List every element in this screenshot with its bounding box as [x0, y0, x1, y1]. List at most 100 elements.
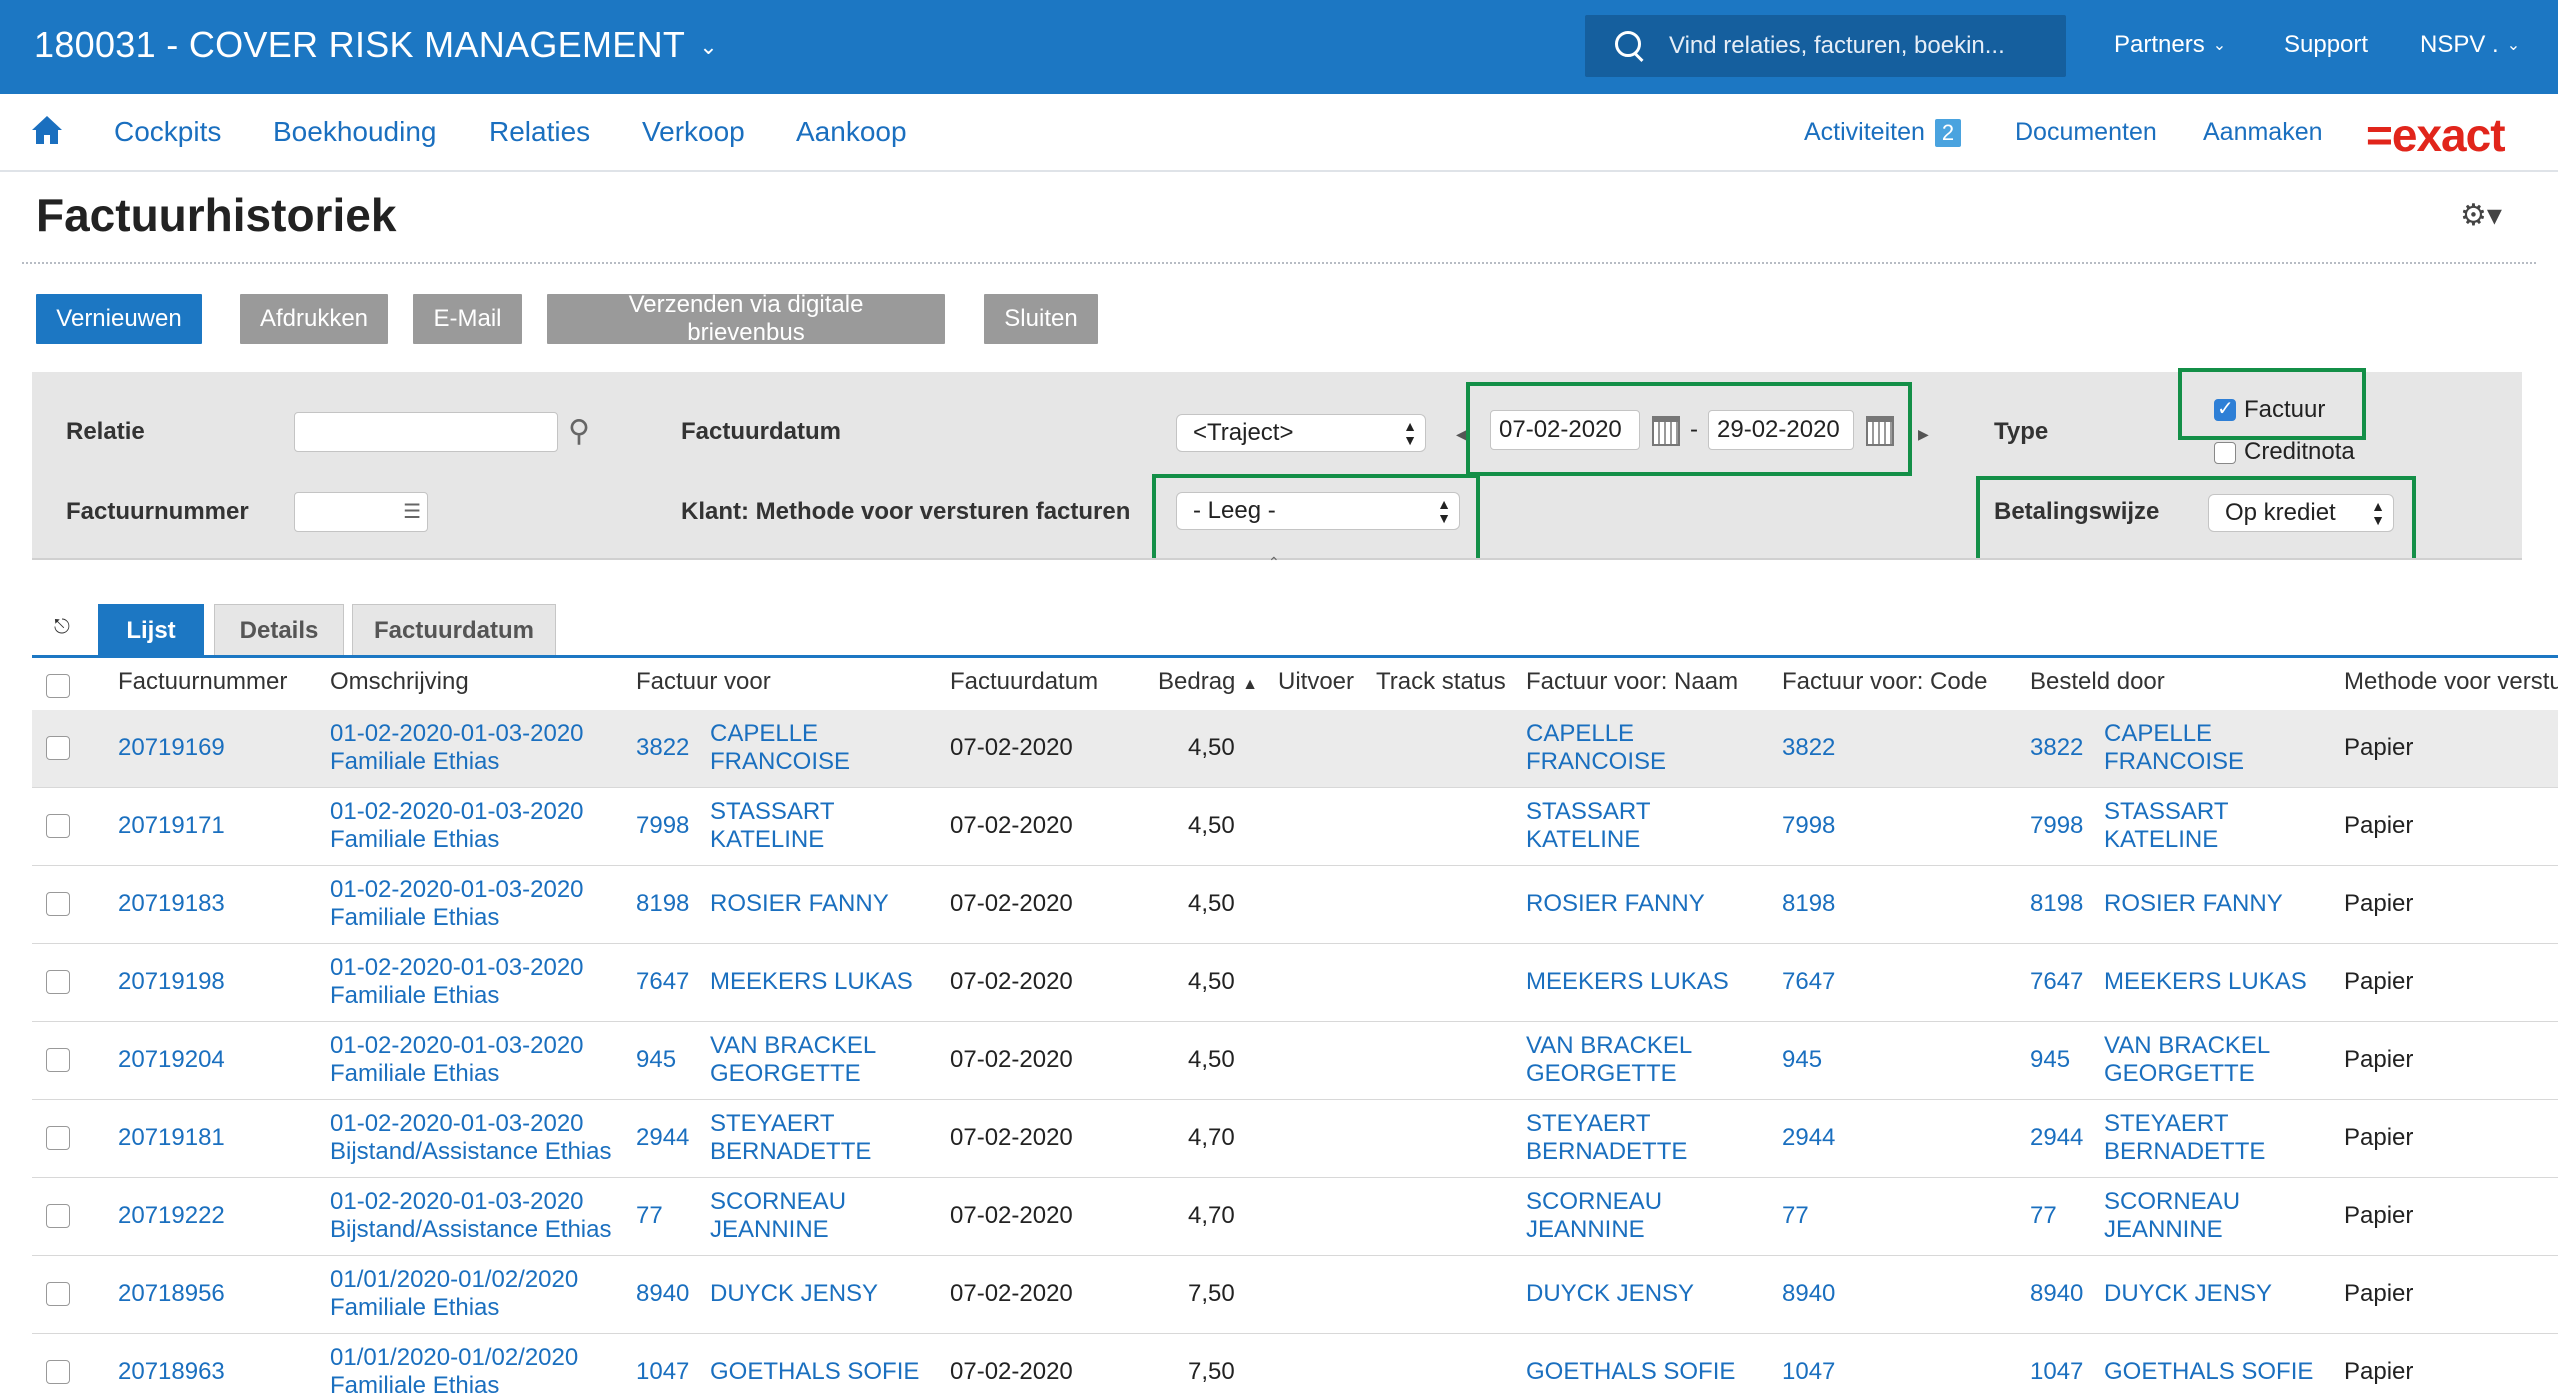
relatie-input[interactable]: [294, 412, 558, 452]
description-link[interactable]: 01-02-2020-01-03-2020 Bijstand/Assistance…: [330, 1188, 611, 1244]
factuurnummer-input[interactable]: ☰: [294, 492, 428, 532]
customer-name-link[interactable]: VAN BRACKEL GEORGETTE: [1526, 1032, 1692, 1088]
customer-code-link[interactable]: 77: [1782, 1202, 1809, 1230]
customer-code-link[interactable]: 7647: [1782, 968, 1835, 996]
ordered-by-code-link[interactable]: 945: [2030, 1046, 2070, 1074]
traject-select[interactable]: <Traject> ▲ ▼: [1176, 414, 1426, 452]
invoice-for-name-link[interactable]: MEEKERS LUKAS: [710, 968, 913, 996]
tab-lijst[interactable]: Lijst: [98, 604, 204, 656]
support-link[interactable]: Support: [2284, 31, 2368, 59]
menu-aankoop[interactable]: Aankoop: [796, 116, 907, 148]
customer-name-link[interactable]: SCORNEAU JEANNINE: [1526, 1188, 1662, 1244]
menu-relaties[interactable]: Relaties: [489, 116, 590, 148]
ordered-by-name-link[interactable]: ROSIER FANNY: [2104, 890, 2283, 918]
customer-code-link[interactable]: 8940: [1782, 1280, 1835, 1308]
invoice-for-code-link[interactable]: 8198: [636, 890, 689, 918]
description-link[interactable]: 01-02-2020-01-03-2020 Familiale Ethias: [330, 1032, 584, 1088]
col-factuurdatum[interactable]: Factuurdatum: [950, 668, 1098, 696]
ordered-by-code-link[interactable]: 77: [2030, 1202, 2057, 1230]
invoice-for-code-link[interactable]: 3822: [636, 734, 689, 762]
invoice-number-link[interactable]: 20718963: [118, 1358, 225, 1386]
ordered-by-name-link[interactable]: MEEKERS LUKAS: [2104, 968, 2307, 996]
table-row[interactable]: 20719171 01-02-2020-01-03-2020 Familiale …: [32, 788, 2558, 866]
customer-code-link[interactable]: 3822: [1782, 734, 1835, 762]
global-search[interactable]: Vind relaties, facturen, boekin...: [1585, 15, 2066, 77]
invoice-for-code-link[interactable]: 1047: [636, 1358, 689, 1386]
filter-collapse-bar[interactable]: ⌃: [32, 554, 2522, 572]
col-methode[interactable]: Methode voor verstu: [2344, 668, 2558, 696]
table-row[interactable]: 20719198 01-02-2020-01-03-2020 Familiale …: [32, 944, 2558, 1022]
ordered-by-name-link[interactable]: STASSART KATELINE: [2104, 798, 2228, 854]
creditnota-checkbox[interactable]: [2214, 442, 2236, 464]
methode-select[interactable]: - Leeg - ▲ ▼: [1176, 492, 1460, 530]
ordered-by-code-link[interactable]: 7998: [2030, 812, 2083, 840]
description-link[interactable]: 01-02-2020-01-03-2020 Familiale Ethias: [330, 720, 584, 776]
ordered-by-name-link[interactable]: SCORNEAU JEANNINE: [2104, 1188, 2240, 1244]
row-checkbox[interactable]: [46, 892, 70, 916]
invoice-for-name-link[interactable]: DUYCK JENSY: [710, 1280, 878, 1308]
customer-name-link[interactable]: ROSIER FANNY: [1526, 890, 1705, 918]
calendar-icon[interactable]: [1652, 416, 1680, 446]
col-factuur-voor-code[interactable]: Factuur voor: Code: [1782, 668, 1987, 696]
ordered-by-code-link[interactable]: 1047: [2030, 1358, 2083, 1386]
select-all-checkbox[interactable]: [46, 674, 70, 698]
create-link[interactable]: Aanmaken: [2203, 118, 2323, 147]
invoice-number-link[interactable]: 20719171: [118, 812, 225, 840]
description-link[interactable]: 01-02-2020-01-03-2020 Bijstand/Assistance…: [330, 1110, 611, 1166]
documents-link[interactable]: Documenten: [2015, 118, 2157, 147]
customer-name-link[interactable]: STASSART KATELINE: [1526, 798, 1650, 854]
customer-name-link[interactable]: MEEKERS LUKAS: [1526, 968, 1729, 996]
digital-mailbox-button[interactable]: Verzenden via digitale brievenbus: [547, 291, 945, 346]
ordered-by-name-link[interactable]: DUYCK JENSY: [2104, 1280, 2272, 1308]
user-menu[interactable]: NSPV . ⌄: [2420, 31, 2520, 59]
col-factuurnummer[interactable]: Factuurnummer: [118, 668, 287, 696]
ordered-by-code-link[interactable]: 7647: [2030, 968, 2083, 996]
row-checkbox[interactable]: [46, 1360, 70, 1384]
invoice-number-link[interactable]: 20719183: [118, 890, 225, 918]
tab-factuurdatum[interactable]: Factuurdatum: [352, 604, 556, 656]
description-link[interactable]: 01/01/2020-01/02/2020 Familiale Ethias: [330, 1344, 578, 1400]
col-omschrijving[interactable]: Omschrijving: [330, 668, 469, 696]
menu-cockpits[interactable]: Cockpits: [114, 116, 221, 148]
invoice-for-name-link[interactable]: STASSART KATELINE: [710, 798, 834, 854]
table-row[interactable]: 20719181 01-02-2020-01-03-2020 Bijstand/A…: [32, 1100, 2558, 1178]
col-factuur-voor[interactable]: Factuur voor: [636, 668, 771, 696]
row-checkbox[interactable]: [46, 814, 70, 838]
tab-details[interactable]: Details: [214, 604, 344, 656]
next-period-icon[interactable]: ▶: [1918, 426, 1929, 443]
customer-name-link[interactable]: GOETHALS SOFIE: [1526, 1358, 1735, 1386]
betalingswijze-select[interactable]: Op krediet ▲ ▼: [2208, 494, 2394, 532]
col-uitvoer[interactable]: Uitvoer: [1278, 668, 1354, 696]
table-row[interactable]: 20719169 01-02-2020-01-03-2020 Familiale …: [32, 710, 2558, 788]
invoice-for-name-link[interactable]: GOETHALS SOFIE: [710, 1358, 919, 1386]
date-to-input[interactable]: 29-02-2020: [1708, 410, 1854, 450]
customer-code-link[interactable]: 1047: [1782, 1358, 1835, 1386]
invoice-for-name-link[interactable]: ROSIER FANNY: [710, 890, 889, 918]
menu-verkoop[interactable]: Verkoop: [642, 116, 745, 148]
customer-name-link[interactable]: DUYCK JENSY: [1526, 1280, 1694, 1308]
activities-link[interactable]: Activiteiten 2: [1804, 118, 1962, 147]
customer-code-link[interactable]: 945: [1782, 1046, 1822, 1074]
ordered-by-name-link[interactable]: GOETHALS SOFIE: [2104, 1358, 2313, 1386]
table-row[interactable]: 20719222 01-02-2020-01-03-2020 Bijstand/A…: [32, 1178, 2558, 1256]
table-row[interactable]: 20718963 01/01/2020-01/02/2020 Familiale …: [32, 1334, 2558, 1399]
invoice-number-link[interactable]: 20719204: [118, 1046, 225, 1074]
table-row[interactable]: 20719183 01-02-2020-01-03-2020 Familiale …: [32, 866, 2558, 944]
customer-name-link[interactable]: STEYAERT BERNADETTE: [1526, 1110, 1687, 1166]
invoice-for-code-link[interactable]: 7998: [636, 812, 689, 840]
calendar-icon[interactable]: [1866, 416, 1894, 446]
row-checkbox[interactable]: [46, 1282, 70, 1306]
invoice-number-link[interactable]: 20719198: [118, 968, 225, 996]
row-checkbox[interactable]: [46, 1048, 70, 1072]
invoice-for-name-link[interactable]: STEYAERT BERNADETTE: [710, 1110, 871, 1166]
invoice-for-name-link[interactable]: CAPELLE FRANCOISE: [710, 720, 850, 776]
partners-menu[interactable]: Partners ⌄: [2114, 31, 2226, 59]
invoice-for-code-link[interactable]: 945: [636, 1046, 676, 1074]
close-button[interactable]: Sluiten: [984, 294, 1098, 344]
invoice-for-name-link[interactable]: SCORNEAU JEANNINE: [710, 1188, 846, 1244]
col-besteld-door[interactable]: Besteld door: [2030, 668, 2165, 696]
print-button[interactable]: Afdrukken: [240, 294, 388, 344]
ordered-by-name-link[interactable]: VAN BRACKEL GEORGETTE: [2104, 1032, 2270, 1088]
invoice-for-code-link[interactable]: 2944: [636, 1124, 689, 1152]
description-link[interactable]: 01-02-2020-01-03-2020 Familiale Ethias: [330, 798, 584, 854]
